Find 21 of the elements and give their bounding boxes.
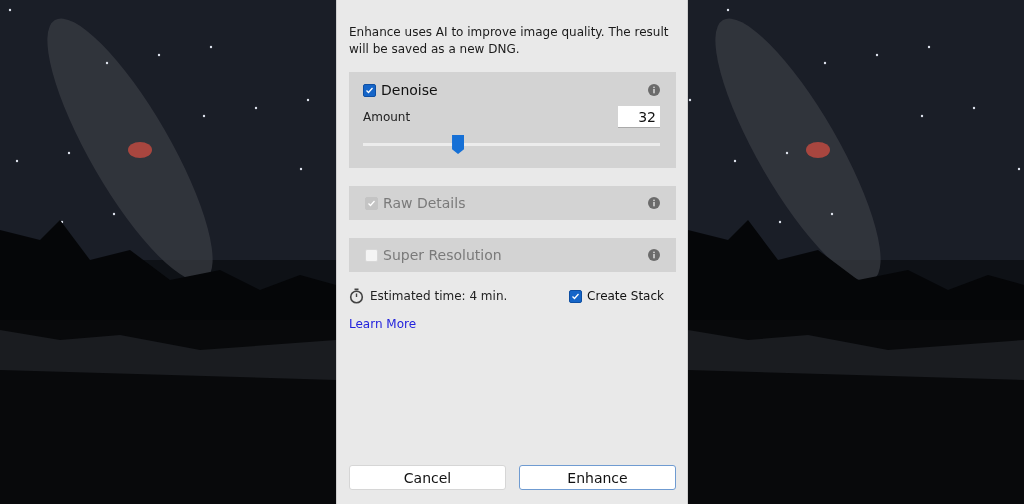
amount-label: Amount [363, 110, 411, 124]
option-label: Raw Details [383, 195, 466, 211]
info-icon[interactable] [648, 249, 660, 261]
amount-field[interactable]: 32 [618, 106, 660, 128]
checkbox[interactable] [569, 289, 583, 303]
dialog-button[interactable]: Enhance [519, 465, 676, 490]
check-icon [367, 198, 376, 208]
slider-thumb[interactable] [452, 135, 465, 154]
stopwatch-icon [349, 288, 364, 304]
description-text: Enhance uses AI to improve image quality. The result will be saved as a new DNG. [349, 24, 670, 58]
option-label: Denoise [381, 82, 438, 98]
learn-more-link[interactable]: Learn More [349, 317, 417, 331]
info-icon[interactable] [648, 84, 660, 96]
dialog-button[interactable]: Cancel [349, 465, 506, 490]
checkbox[interactable] [363, 83, 376, 97]
estimated-time: Estimated time: 4 min. [370, 289, 508, 303]
check-icon [365, 85, 374, 95]
option-label: Super Resolution [383, 247, 502, 263]
check-icon [571, 291, 581, 301]
info-icon[interactable] [648, 197, 660, 209]
create-stack-label: Create Stack [587, 289, 664, 303]
